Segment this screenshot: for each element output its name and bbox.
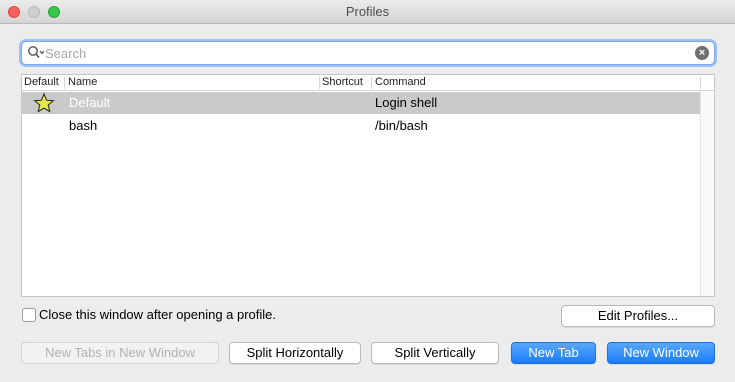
- profile-name: Default: [69, 95, 111, 110]
- edit-profiles-button[interactable]: Edit Profiles...: [561, 305, 715, 327]
- new-tabs-in-new-window-button[interactable]: New Tabs in New Window: [21, 342, 219, 364]
- search-field[interactable]: ×: [21, 41, 715, 65]
- column-divider[interactable]: [371, 77, 372, 89]
- column-divider: [700, 77, 701, 89]
- table-row[interactable]: Default Login shell: [22, 92, 700, 114]
- column-header-command[interactable]: Command: [375, 76, 426, 88]
- close-after-open-checkbox[interactable]: [22, 308, 36, 322]
- close-after-open-label[interactable]: Close this window after opening a profil…: [39, 307, 276, 322]
- column-header-default[interactable]: Default: [24, 76, 59, 88]
- profiles-table[interactable]: Default Name Shortcut Command Default Lo…: [21, 74, 715, 297]
- split-vertically-button[interactable]: Split Vertically: [371, 342, 499, 364]
- column-divider[interactable]: [64, 77, 65, 89]
- column-header-name[interactable]: Name: [68, 76, 97, 88]
- window-title: Profiles: [345, 4, 390, 19]
- search-icon[interactable]: [27, 45, 45, 61]
- search-input[interactable]: [45, 44, 685, 62]
- table-header: Default Name Shortcut Command: [22, 75, 714, 91]
- vertical-scrollbar[interactable]: [700, 92, 714, 296]
- profile-name: bash: [69, 118, 98, 133]
- column-header-shortcut[interactable]: Shortcut: [322, 76, 363, 88]
- title-bar: Profiles: [0, 0, 735, 24]
- star-icon: [33, 92, 55, 113]
- profile-command: /bin/bash: [375, 118, 428, 133]
- table-row[interactable]: bash /bin/bash: [22, 115, 700, 137]
- new-tab-button[interactable]: New Tab: [511, 342, 596, 364]
- profile-command: Login shell: [375, 95, 438, 110]
- split-horizontally-button[interactable]: Split Horizontally: [229, 342, 361, 364]
- column-divider[interactable]: [319, 77, 320, 89]
- new-window-button[interactable]: New Window: [607, 342, 715, 364]
- clear-icon[interactable]: ×: [695, 46, 709, 60]
